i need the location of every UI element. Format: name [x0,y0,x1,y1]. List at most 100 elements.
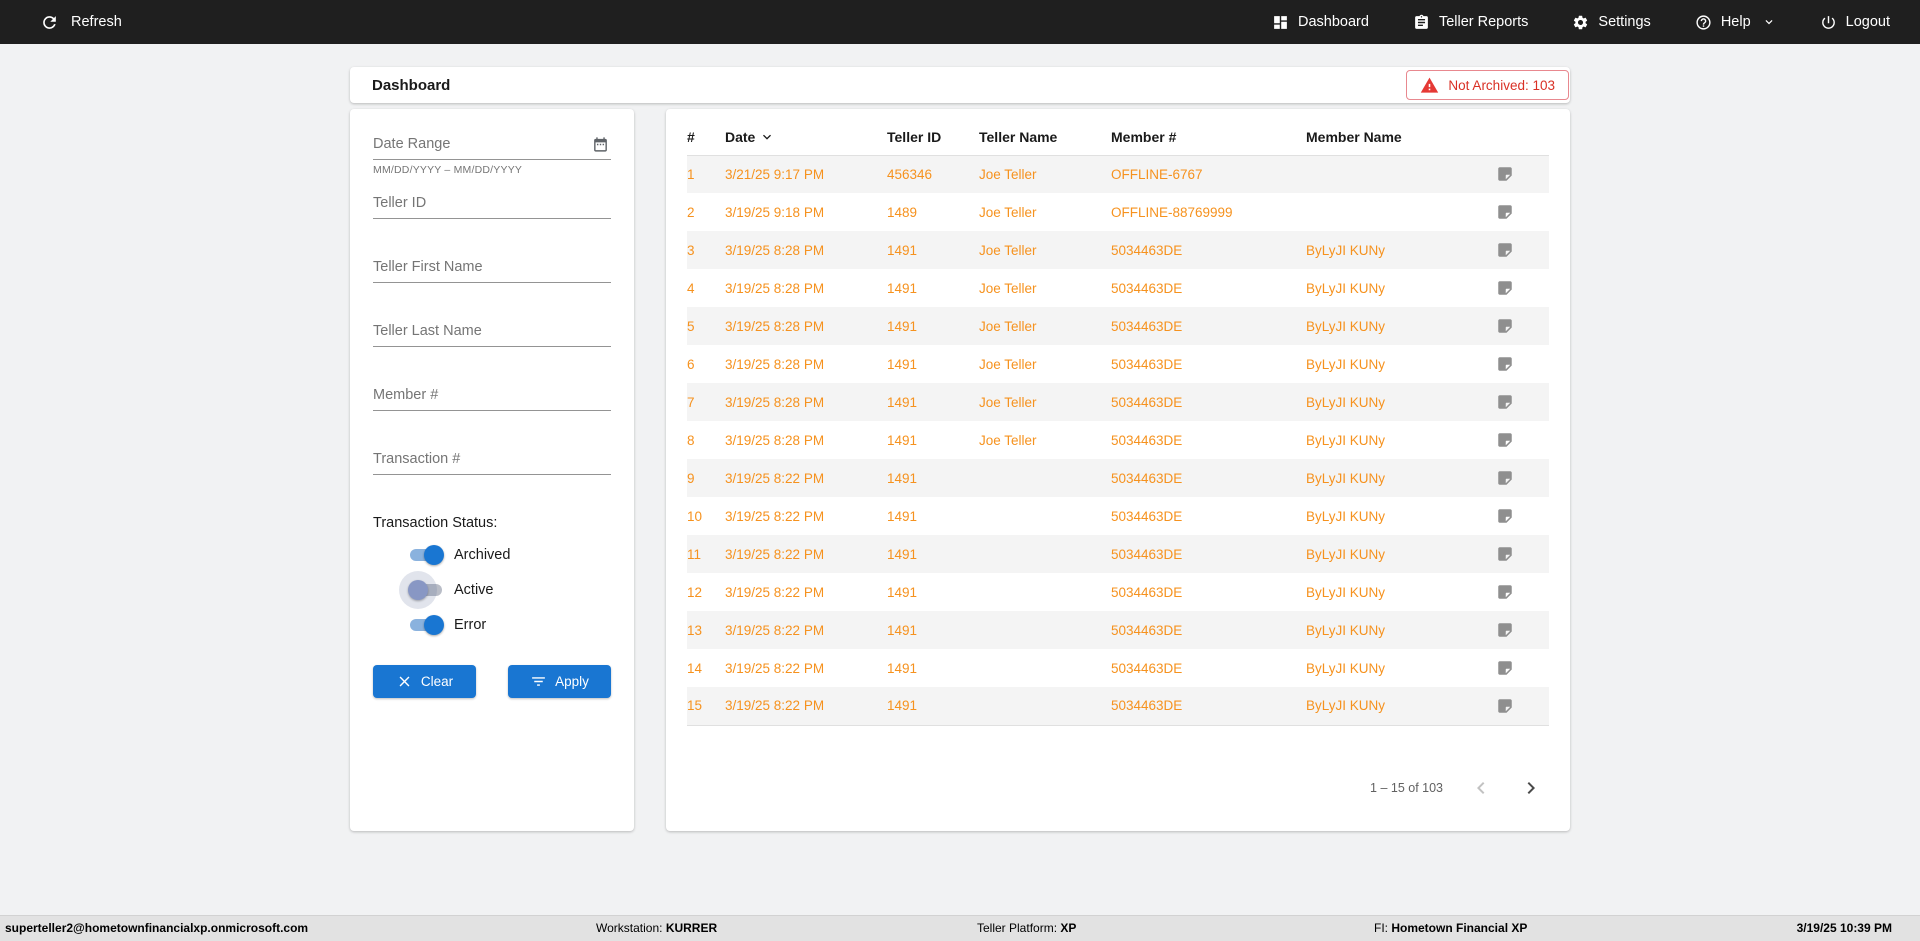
note-icon[interactable] [1496,393,1545,411]
refresh-button[interactable]: Refresh [40,13,122,32]
column-header-date[interactable]: Date [725,119,887,155]
table-row[interactable]: 5 3/19/25 8:28 PM 1491 Joe Teller 503446… [687,307,1549,345]
column-header-teller-id[interactable]: Teller ID [887,119,979,155]
pagination: 1 – 15 of 103 [687,776,1549,800]
note-icon[interactable] [1496,165,1545,183]
table-row[interactable]: 7 3/19/25 8:28 PM 1491 Joe Teller 503446… [687,383,1549,421]
dashboard-icon [1272,14,1289,31]
toggle-error-label: Error [454,617,486,633]
next-page-button[interactable] [1519,776,1543,800]
note-icon[interactable] [1496,469,1545,487]
logged-in-user: superteller2@hometownfinancialxp.onmicro… [5,916,308,941]
archived-switch[interactable] [408,545,444,565]
transactions-panel: # Date Teller ID Teller Name Member # [666,109,1570,831]
note-icon[interactable] [1496,545,1545,563]
clear-button[interactable]: Clear [373,665,476,698]
note-icon[interactable] [1496,279,1545,297]
toggle-archived[interactable]: Archived [408,545,611,565]
workstation-info: Workstation: KURRER [596,916,717,941]
date-range-field-wrap: MM/DD/YYYY – MM/DD/YYYY [373,130,611,176]
column-header-note [1496,119,1549,155]
member-number-input[interactable] [373,381,611,411]
note-icon[interactable] [1496,431,1545,449]
not-archived-label: Not Archived: 103 [1448,78,1555,93]
top-nav: Dashboard Teller Reports Settings Help [1272,14,1890,31]
error-switch[interactable] [408,615,444,635]
column-header-member-num[interactable]: Member # [1111,119,1306,155]
teller-platform-info: Teller Platform: XP [977,916,1076,941]
table-row[interactable]: 14 3/19/25 8:22 PM 1491 5034463DE ByLyJI… [687,649,1549,687]
toggle-error[interactable]: Error [408,615,611,635]
toggle-active[interactable]: Active [408,580,611,600]
nav-teller-reports-label: Teller Reports [1439,14,1528,30]
column-header-num[interactable]: # [687,119,725,155]
note-icon[interactable] [1496,203,1545,221]
active-switch[interactable] [408,580,444,600]
note-icon[interactable] [1496,317,1545,335]
transaction-status-label: Transaction Status: [373,515,611,531]
note-icon[interactable] [1496,697,1545,715]
teller-last-name-input[interactable] [373,317,611,347]
calendar-icon[interactable] [592,136,609,153]
note-icon[interactable] [1496,583,1545,601]
filter-icon [530,673,547,690]
note-icon[interactable] [1496,659,1545,677]
table-row[interactable]: 11 3/19/25 8:22 PM 1491 5034463DE ByLyJI… [687,535,1549,573]
pagination-range-label: 1 – 15 of 103 [1370,781,1443,795]
close-icon [396,673,413,690]
transaction-number-input[interactable] [373,445,611,475]
power-icon [1820,14,1837,31]
table-row[interactable]: 9 3/19/25 8:22 PM 1491 5034463DE ByLyJI … [687,459,1549,497]
note-icon[interactable] [1496,507,1545,525]
nav-help[interactable]: Help [1695,14,1776,31]
nav-settings-label: Settings [1598,14,1650,30]
nav-help-label: Help [1721,14,1751,30]
gear-icon [1572,14,1589,31]
table-row[interactable]: 15 3/19/25 8:22 PM 1491 5034463DE ByLyJI… [687,687,1549,725]
note-icon[interactable] [1496,355,1545,373]
main-content: Dashboard Not Archived: 103 MM/DD/YYYY –… [350,44,1570,831]
table-row[interactable]: 1 3/21/25 9:17 PM 456346 Joe Teller OFFL… [687,155,1549,193]
table-row[interactable]: 6 3/19/25 8:28 PM 1491 Joe Teller 503446… [687,345,1549,383]
transaction-number-field-wrap [373,445,611,475]
table-row[interactable]: 2 3/19/25 9:18 PM 1489 Joe Teller OFFLIN… [687,193,1549,231]
not-archived-badge: Not Archived: 103 [1406,70,1569,100]
date-format-hint: MM/DD/YYYY – MM/DD/YYYY [373,164,611,176]
column-header-member-name[interactable]: Member Name [1306,119,1496,155]
member-number-field-wrap [373,381,611,411]
table-header-row: # Date Teller ID Teller Name Member # [687,119,1549,155]
nav-logout-label: Logout [1846,14,1890,30]
warning-icon [1420,76,1439,95]
teller-id-field-wrap [373,189,611,219]
table-row[interactable]: 4 3/19/25 8:28 PM 1491 Joe Teller 503446… [687,269,1549,307]
refresh-icon [40,13,59,32]
teller-first-name-input[interactable] [373,253,611,283]
nav-logout[interactable]: Logout [1820,14,1890,31]
nav-teller-reports[interactable]: Teller Reports [1413,14,1528,31]
table-row[interactable]: 13 3/19/25 8:22 PM 1491 5034463DE ByLyJI… [687,611,1549,649]
table-row[interactable]: 3 3/19/25 8:28 PM 1491 Joe Teller 503446… [687,231,1549,269]
page-header: Dashboard Not Archived: 103 [350,67,1570,103]
transactions-table: # Date Teller ID Teller Name Member # [687,119,1549,726]
nav-dashboard[interactable]: Dashboard [1272,14,1369,31]
table-row[interactable]: 10 3/19/25 8:22 PM 1491 5034463DE ByLyJI… [687,497,1549,535]
help-icon [1695,14,1712,31]
previous-page-button[interactable] [1469,776,1493,800]
teller-last-name-field-wrap [373,317,611,347]
apply-button[interactable]: Apply [508,665,611,698]
teller-id-input[interactable] [373,189,611,219]
teller-first-name-field-wrap [373,253,611,283]
table-body: 1 3/21/25 9:17 PM 456346 Joe Teller OFFL… [687,155,1549,725]
table-row[interactable]: 12 3/19/25 8:22 PM 1491 5034463DE ByLyJI… [687,573,1549,611]
note-icon[interactable] [1496,621,1545,639]
table-row[interactable]: 8 3/19/25 8:28 PM 1491 Joe Teller 503446… [687,421,1549,459]
refresh-label: Refresh [71,14,122,30]
toggle-active-label: Active [454,582,494,598]
note-icon[interactable] [1496,241,1545,259]
date-range-input[interactable] [373,130,611,160]
top-bar: Refresh Dashboard Teller Reports Setting… [0,0,1920,44]
status-bar: superteller2@hometownfinancialxp.onmicro… [0,915,1920,941]
nav-settings[interactable]: Settings [1572,14,1650,31]
column-header-teller-name[interactable]: Teller Name [979,119,1111,155]
apply-button-label: Apply [555,674,589,689]
